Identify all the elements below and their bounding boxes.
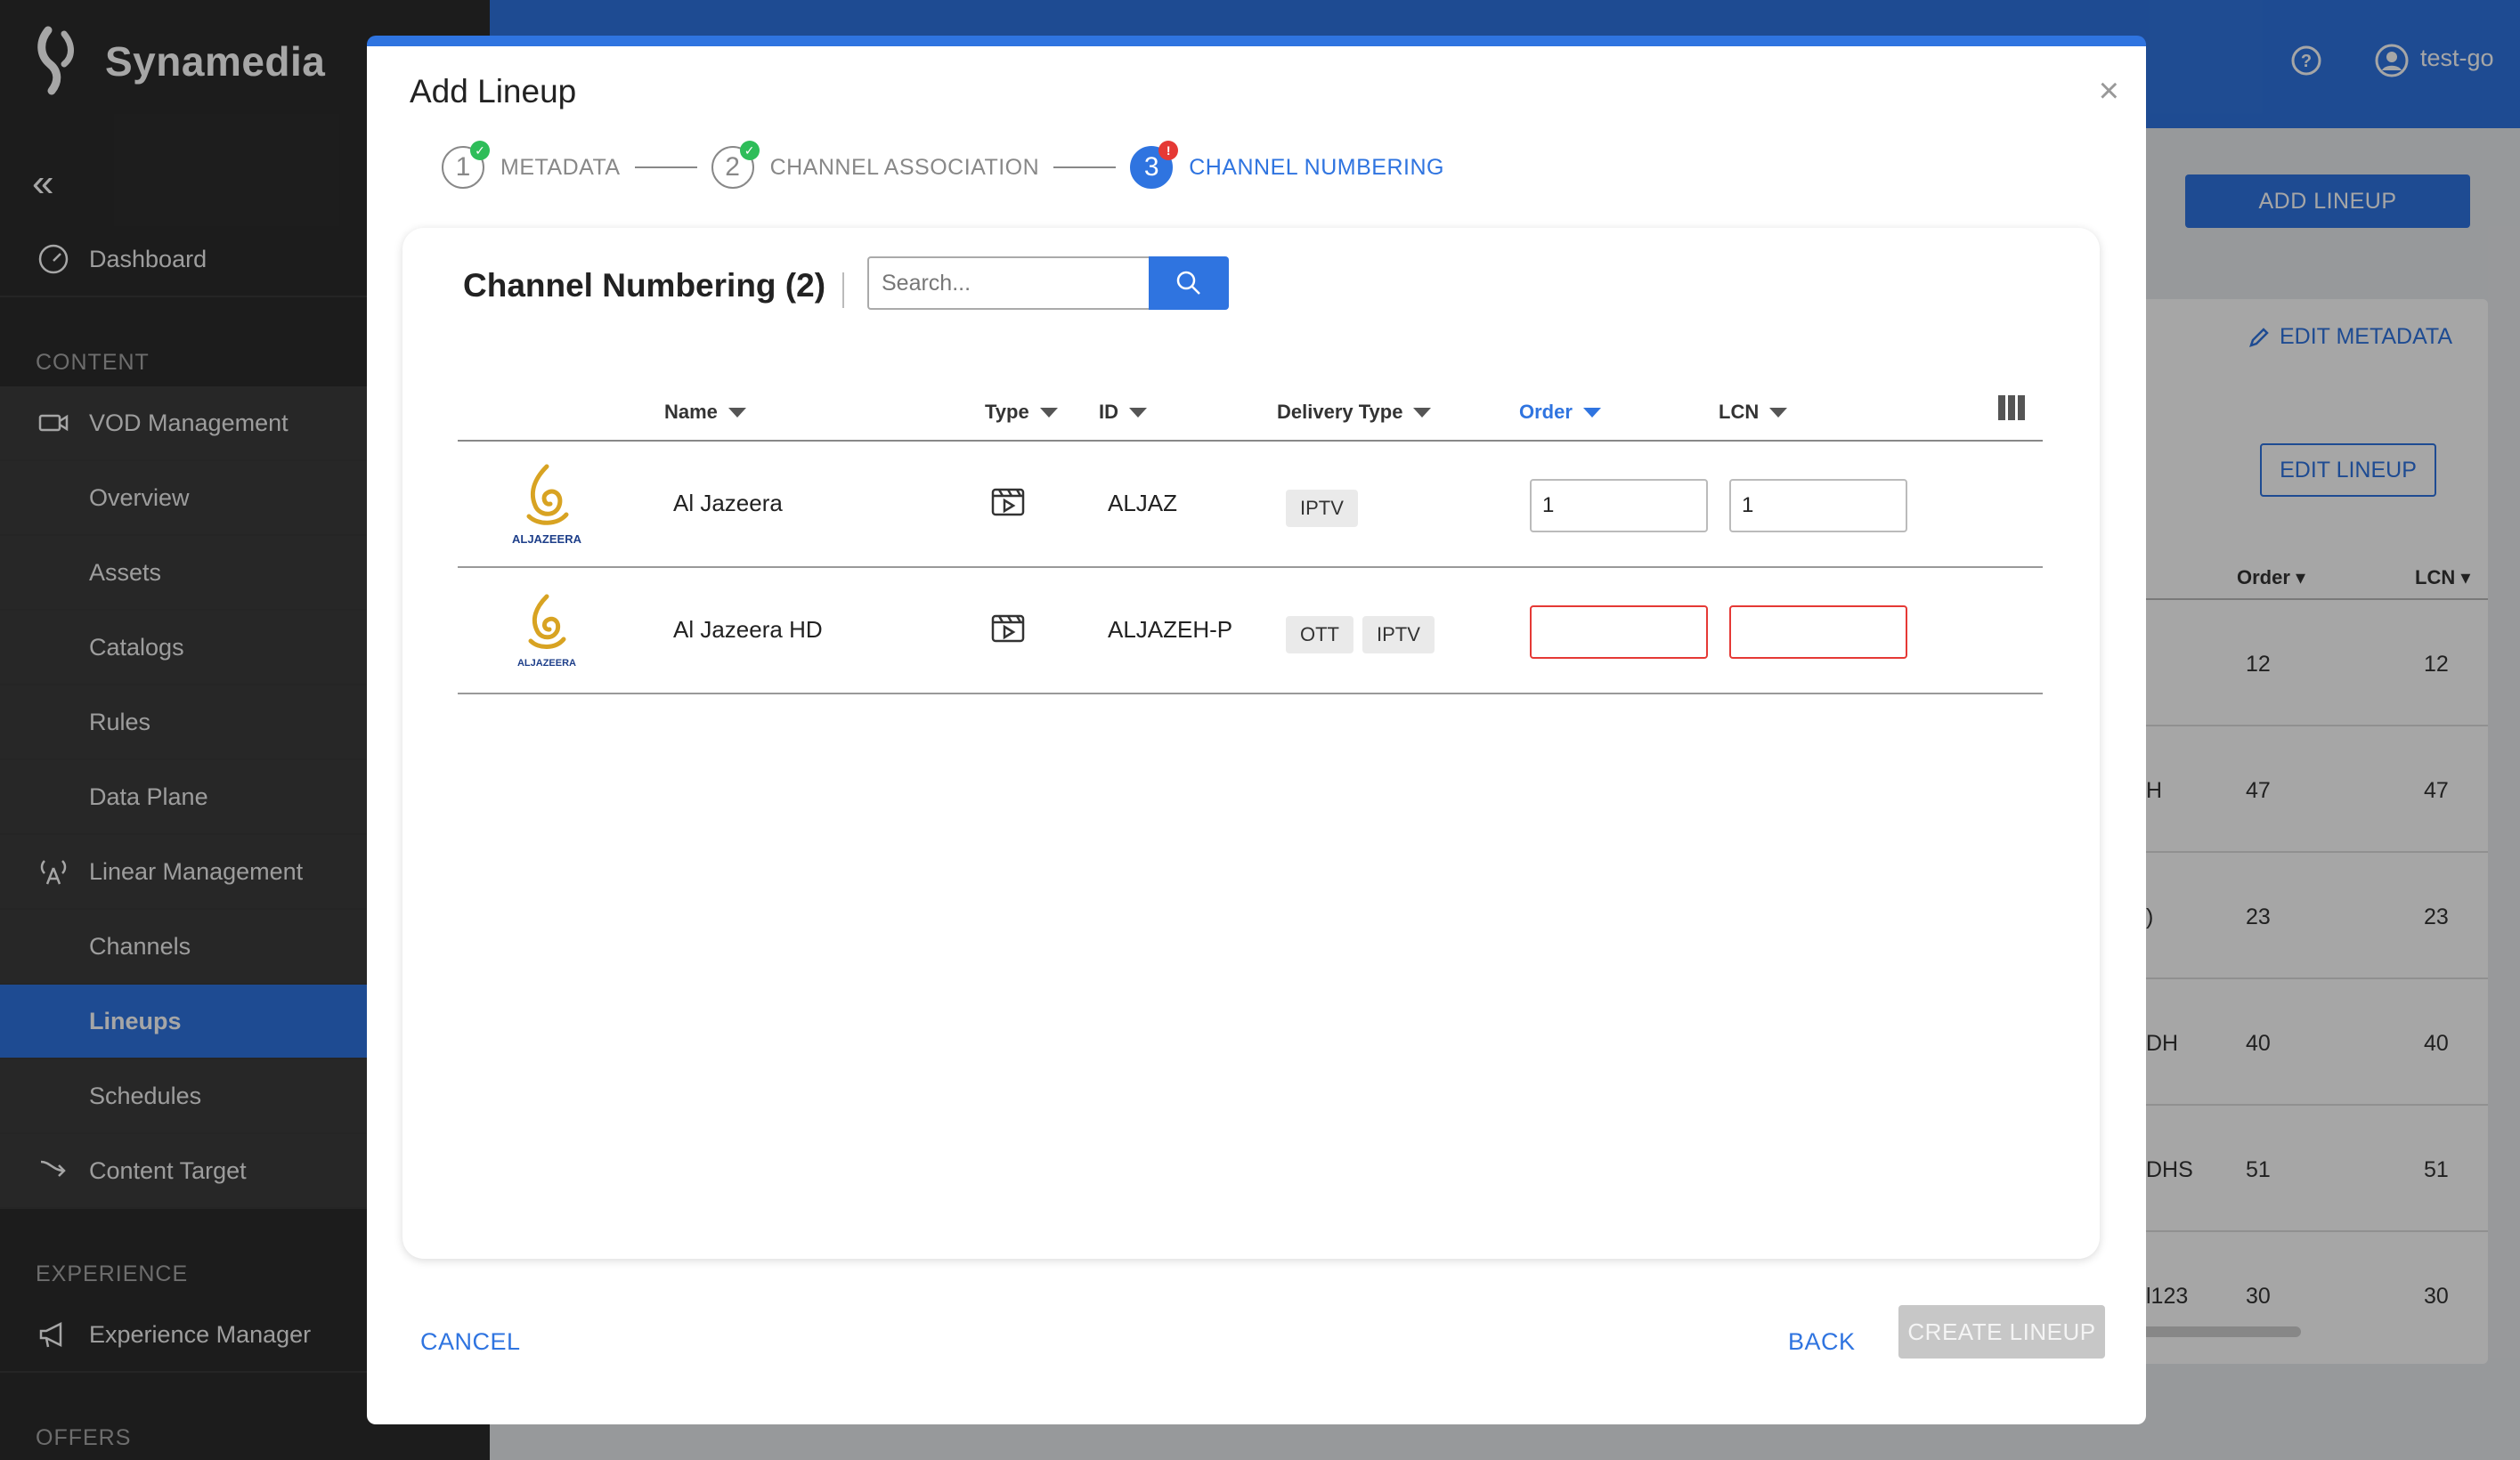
check-icon: ✓ <box>739 141 760 160</box>
delivery-pill: IPTV <box>1286 490 1358 527</box>
sort-caret-icon <box>1769 407 1788 418</box>
cancel-button[interactable]: CANCEL <box>420 1328 521 1356</box>
table-row[interactable]: ALJAZEERA Al Jazeera ALJAZ IPTV <box>458 442 2043 568</box>
column-settings-icon[interactable] <box>1998 395 2025 420</box>
check-icon: ✓ <box>470 141 490 160</box>
channel-numbering-panel: Channel Numbering (2) Name Type ID Deliv… <box>402 228 2100 1259</box>
modal-title: Add Lineup <box>410 73 577 110</box>
close-icon[interactable]: × <box>2099 73 2119 109</box>
video-clapper-icon <box>991 614 1025 643</box>
search-bar <box>867 256 1229 310</box>
order-input[interactable] <box>1530 479 1708 532</box>
video-clapper-icon <box>991 488 1025 516</box>
step-label: CHANNEL ASSOCIATION <box>769 154 1040 180</box>
step-label: CHANNEL NUMBERING <box>1189 154 1444 180</box>
channel-id: ALJAZEH-P <box>1108 616 1233 643</box>
step-metadata[interactable]: 1 ✓ METADATA <box>442 141 621 189</box>
channel-name: Al Jazeera <box>673 490 783 516</box>
create-lineup-button[interactable]: CREATE LINEUP <box>1898 1305 2105 1359</box>
svg-text:ALJAZEERA: ALJAZEERA <box>517 658 576 669</box>
delivery-types: OTT IPTV <box>1286 616 1435 653</box>
title-divider <box>842 272 844 308</box>
aljazeera-logo: ALJAZEERA <box>512 464 582 546</box>
step-channel-numbering[interactable]: 3 ! CHANNEL NUMBERING <box>1130 141 1444 189</box>
sort-caret-icon <box>728 407 746 418</box>
channel-table: Name Type ID Delivery Type Order LCN ALJ… <box>458 379 2043 694</box>
back-button[interactable]: BACK <box>1788 1328 1856 1356</box>
sort-caret-icon <box>1413 407 1432 418</box>
channel-name: Al Jazeera HD <box>673 616 823 643</box>
table-row[interactable]: ALJAZEERA Al Jazeera HD ALJAZEH-P OTT IP… <box>458 568 2043 694</box>
wizard-stepper: 1 ✓ METADATA 2 ✓ CHANNEL ASSOCIATION 3 !… <box>442 141 1444 192</box>
lcn-input[interactable] <box>1729 605 1907 659</box>
sort-caret-icon <box>1039 407 1058 418</box>
column-lcn[interactable]: LCN <box>1719 401 1788 424</box>
delivery-pill: OTT <box>1286 616 1353 653</box>
column-type[interactable]: Type <box>985 401 1058 424</box>
search-input[interactable] <box>867 256 1149 310</box>
column-name[interactable]: Name <box>664 401 746 424</box>
column-order[interactable]: Order <box>1519 401 1601 424</box>
delivery-types: IPTV <box>1286 490 1358 527</box>
step-label: METADATA <box>500 154 621 180</box>
channel-id: ALJAZ <box>1108 490 1178 516</box>
step-number: 2 ✓ <box>711 141 760 189</box>
delivery-pill: IPTV <box>1362 616 1435 653</box>
add-lineup-modal: Add Lineup × 1 ✓ METADATA 2 ✓ CHANNEL AS… <box>367 36 2146 1424</box>
order-input[interactable] <box>1530 605 1708 659</box>
step-number: 1 ✓ <box>442 141 490 189</box>
panel-title: Channel Numbering (2) <box>463 267 826 304</box>
error-icon: ! <box>1158 141 1179 160</box>
column-delivery-type[interactable]: Delivery Type <box>1277 401 1432 424</box>
sort-caret-icon <box>1582 407 1601 418</box>
column-id[interactable]: ID <box>1099 401 1147 424</box>
step-channel-association[interactable]: 2 ✓ CHANNEL ASSOCIATION <box>711 141 1040 189</box>
search-icon <box>1176 271 1200 295</box>
table-header: Name Type ID Delivery Type Order LCN <box>458 379 2043 442</box>
search-button[interactable] <box>1149 256 1229 310</box>
lcn-input[interactable] <box>1729 479 1907 532</box>
svg-text:ALJAZEERA: ALJAZEERA <box>512 532 582 546</box>
step-connector <box>1053 166 1117 168</box>
sort-caret-icon <box>1129 407 1147 418</box>
aljazeera-logo: ALJAZEERA <box>517 594 576 669</box>
step-connector <box>634 166 697 168</box>
step-number: 3 ! <box>1130 141 1179 189</box>
